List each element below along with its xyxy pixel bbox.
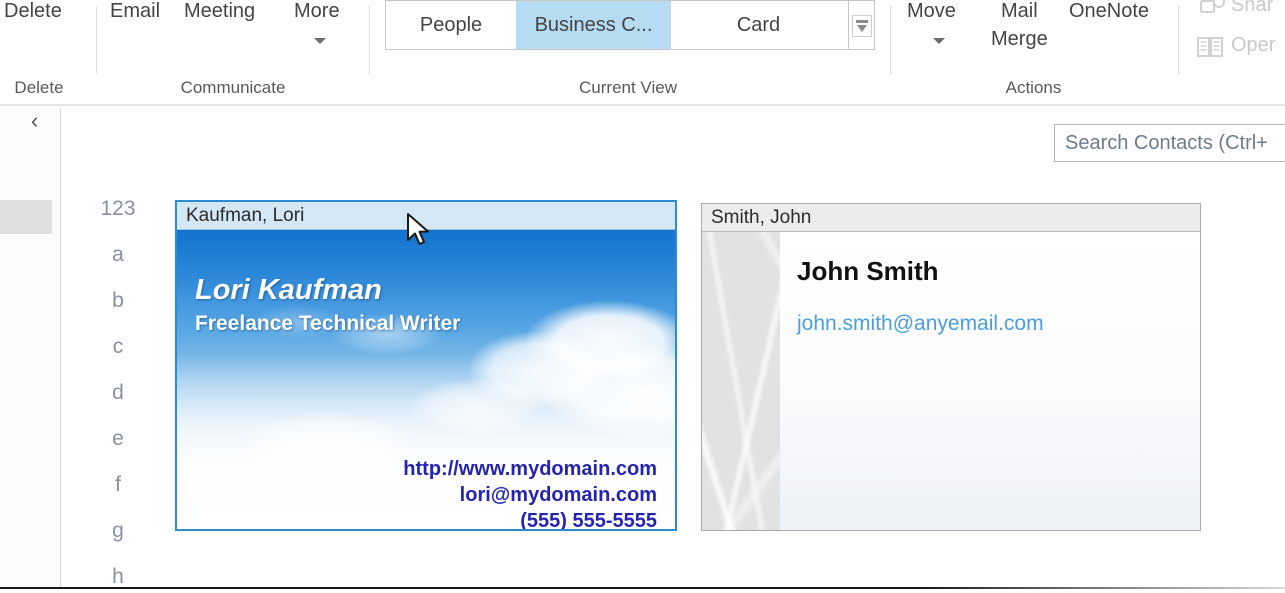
business-card-phone-kaufman: (555) 555-5555	[520, 510, 657, 529]
move-chevron-down-icon[interactable]	[933, 38, 945, 44]
outlook-contacts-window: Delete Delete Email Meeting More Communi…	[0, 0, 1285, 593]
open-shared-contacts-icon	[1197, 37, 1223, 57]
alpha-index-item-e[interactable]: e	[95, 416, 141, 462]
ribbon-separator-4	[1178, 6, 1179, 74]
alpha-index-item-b[interactable]: b	[95, 278, 141, 324]
ribbon: Delete Delete Email Meeting More Communi…	[0, 0, 1285, 106]
contact-card-header-kaufman[interactable]: Kaufman, Lori	[177, 202, 675, 230]
more-chevron-down-icon[interactable]	[314, 38, 326, 44]
mail-merge-button-line2[interactable]: Merge	[991, 26, 1048, 52]
ribbon-group-delete-label: Delete	[14, 78, 64, 97]
contact-card-kaufman[interactable]: Kaufman, Lori Lori Kaufman Freelance Tec…	[175, 200, 677, 531]
window-bottom-edge	[0, 587, 1285, 589]
alpha-index-item-123[interactable]: 123	[95, 186, 141, 232]
business-card-name-smith: John Smith	[797, 256, 939, 286]
business-card-side-stripe-smith	[702, 232, 780, 530]
view-gallery-more-button[interactable]	[852, 15, 872, 37]
share-button-label[interactable]: Shar	[1231, 0, 1273, 18]
alpha-index-item-a[interactable]: a	[95, 232, 141, 278]
view-gallery-item-business-cards[interactable]: Business C...	[516, 1, 671, 49]
navigation-pane-collapsed-block[interactable]	[0, 200, 52, 234]
alphabet-index: 123 a b c d e f g h	[95, 186, 141, 593]
contact-card-smith[interactable]: Smith, John John Smith john.smith@anyema…	[701, 203, 1201, 531]
mail-merge-button-line1[interactable]: Mail	[1001, 0, 1038, 24]
gallery-more-line-icon	[856, 20, 868, 23]
business-card-job-title-kaufman: Freelance Technical Writer	[195, 312, 461, 335]
alpha-index-item-f[interactable]: f	[95, 462, 141, 508]
email-button[interactable]: Email	[110, 0, 160, 24]
business-card-email-smith[interactable]: john.smith@anyemail.com	[797, 312, 1044, 336]
navigation-pane-strip	[0, 108, 61, 588]
delete-button[interactable]: Delete	[4, 0, 62, 24]
alpha-index-item-c[interactable]: c	[95, 324, 141, 370]
business-card-name-kaufman: Lori Kaufman	[195, 274, 382, 306]
view-gallery-item-card[interactable]: Card	[671, 1, 846, 49]
business-card-email-kaufman[interactable]: lori@mydomain.com	[460, 482, 657, 508]
search-contacts-input[interactable]: Search Contacts (Ctrl+	[1054, 124, 1285, 162]
onenote-button[interactable]: OneNote	[1069, 0, 1149, 24]
view-gallery-scroll	[848, 1, 874, 49]
alpha-index-item-g[interactable]: g	[95, 508, 141, 554]
ribbon-group-current-view-label: Current View	[579, 78, 677, 97]
open-shared-contacts-button-label[interactable]: Oper	[1231, 32, 1275, 58]
move-button[interactable]: Move	[907, 0, 956, 24]
ribbon-group-actions: Move Mail Merge OneNote Actions	[891, 0, 1176, 104]
more-button[interactable]: More	[294, 0, 340, 24]
ribbon-group-communicate: Email Meeting More Communicate	[98, 0, 368, 104]
contact-card-header-smith[interactable]: Smith, John	[702, 204, 1200, 232]
view-gallery: People Business C... Card	[385, 0, 875, 50]
ribbon-group-delete: Delete Delete	[0, 0, 78, 104]
ribbon-group-actions-label: Actions	[1005, 78, 1062, 97]
business-card-body-smith: John Smith john.smith@anyemail.com	[702, 232, 1200, 530]
view-gallery-item-people[interactable]: People	[386, 1, 516, 49]
search-input-placeholder: Search Contacts (Ctrl+	[1065, 132, 1268, 154]
collapse-pane-chevron-left-icon[interactable]: ‹	[31, 110, 38, 132]
business-card-sky-background: Lori Kaufman Freelance Technical Writer …	[177, 230, 675, 529]
business-card-website-kaufman[interactable]: http://www.mydomain.com	[403, 456, 657, 482]
ribbon-group-communicate-label: Communicate	[180, 78, 286, 97]
ribbon-separator-1	[96, 6, 97, 74]
meeting-button[interactable]: Meeting	[184, 0, 255, 24]
share-icon	[1200, 0, 1225, 13]
alpha-index-item-d[interactable]: d	[95, 370, 141, 416]
gallery-more-chevron-down-icon	[857, 25, 867, 32]
